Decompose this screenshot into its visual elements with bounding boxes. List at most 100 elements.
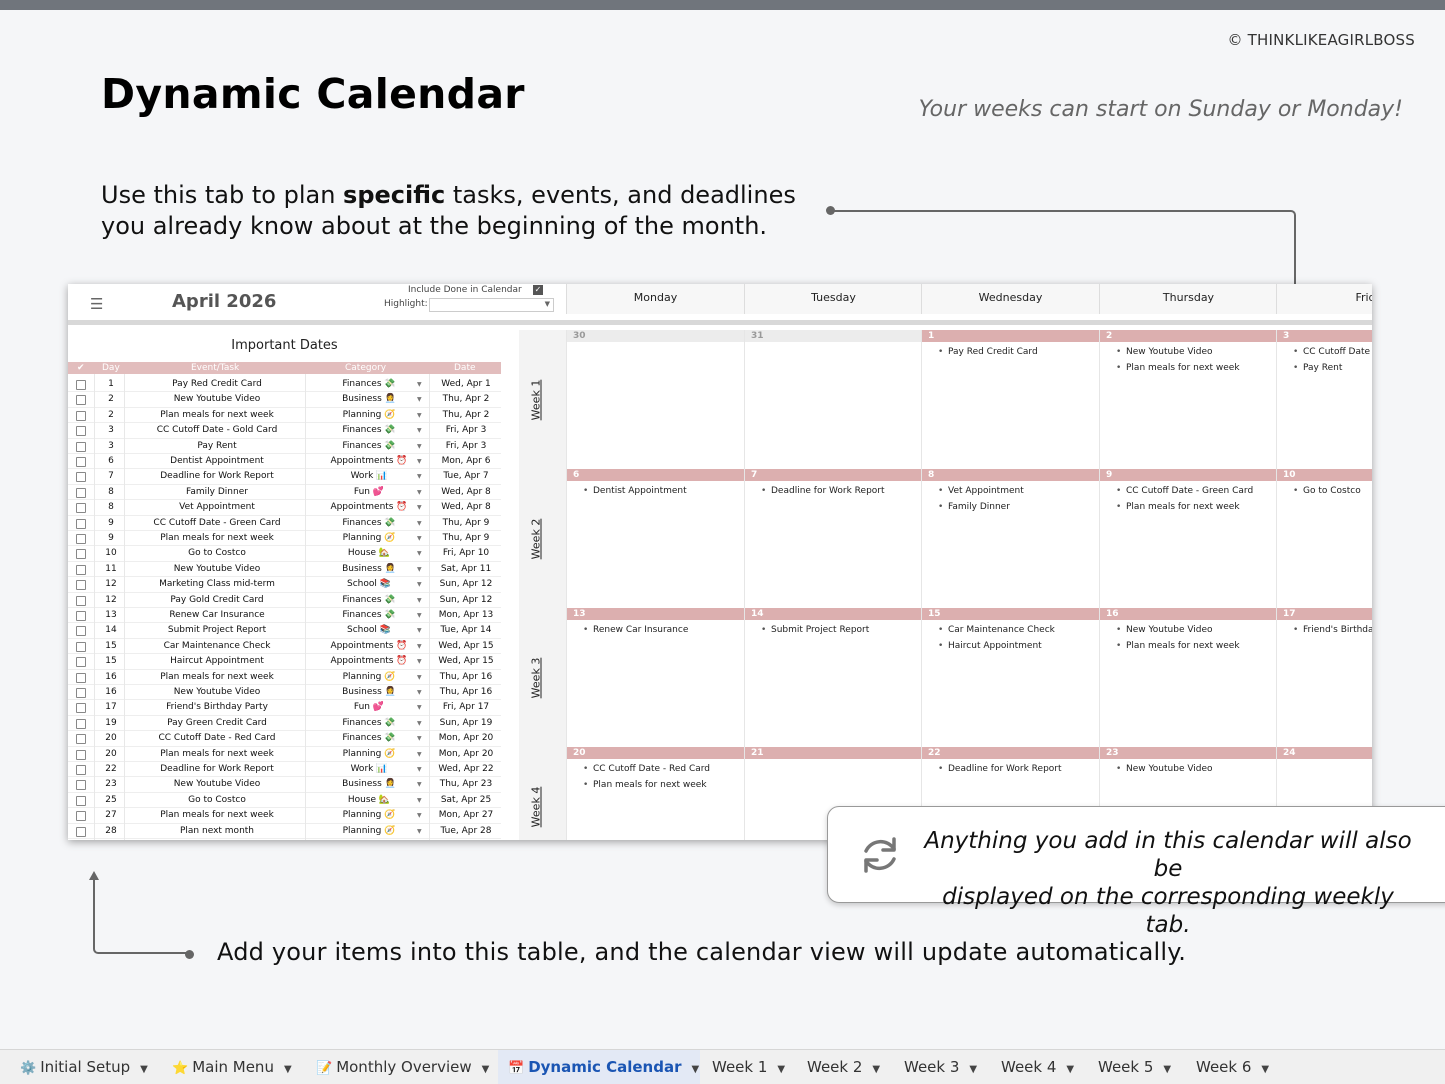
calendar-day-cell[interactable]: 17 Friend's Birthday (1276, 608, 1372, 747)
chevron-down-icon[interactable]: ▼ (417, 562, 422, 577)
done-checkbox[interactable] (76, 410, 86, 421)
calendar-event[interactable]: Go to Costco (1293, 486, 1361, 496)
tab-week-1[interactable]: Week 1 ▼ (702, 1050, 797, 1084)
row-category[interactable]: Planning 🧭 (310, 531, 428, 546)
done-checkbox[interactable] (76, 718, 86, 729)
chevron-down-icon[interactable]: ▼ (417, 593, 422, 608)
row-task[interactable]: New Youtube Video (128, 685, 306, 700)
calendar-event[interactable]: New Youtube Video (1116, 347, 1213, 357)
calendar-day-cell[interactable]: 6 Dentist Appointment (566, 469, 744, 608)
calendar-event[interactable]: CC Cutoff Date - Green Card (1116, 486, 1253, 496)
chevron-down-icon[interactable]: ▼ (1066, 1064, 1074, 1075)
chevron-down-icon[interactable]: ▼ (284, 1064, 292, 1075)
calendar-event[interactable]: Haircut Appointment (938, 641, 1042, 651)
row-category[interactable]: House 🏡 (310, 546, 428, 561)
done-checkbox[interactable] (76, 811, 86, 822)
row-category[interactable]: Work 📊 (310, 762, 428, 777)
chevron-down-icon[interactable]: ▼ (417, 454, 422, 469)
done-checkbox[interactable] (76, 457, 86, 467)
chevron-down-icon[interactable]: ▼ (1163, 1064, 1171, 1075)
calendar-day-cell[interactable]: 2 New Youtube Video Plan meals for next we… (1099, 330, 1277, 469)
calendar-day-cell[interactable]: 30 (566, 330, 744, 469)
chevron-down-icon[interactable]: ▼ (417, 731, 422, 746)
chevron-down-icon[interactable]: ▼ (417, 577, 422, 592)
row-task[interactable]: Plan next month (128, 824, 306, 839)
row-category[interactable]: Finances 💸 (310, 516, 428, 531)
tab-monthly-overview[interactable]: 📝 Monthly Overview ▼ (306, 1050, 496, 1084)
tab-main-menu[interactable]: ⭐ Main Menu ▼ (162, 1050, 304, 1084)
calendar-event[interactable]: Dentist Appointment (583, 486, 687, 496)
row-category[interactable]: Planning 🧭 (310, 408, 428, 423)
row-task[interactable]: Submit Project Report (128, 623, 306, 638)
done-checkbox[interactable] (76, 626, 86, 637)
chevron-down-icon[interactable]: ▼ (417, 377, 422, 392)
row-category[interactable]: Business 👩‍💼 (310, 392, 428, 407)
row-category[interactable]: Finances 💸 (310, 377, 428, 392)
chevron-down-icon[interactable]: ▼ (417, 392, 422, 407)
calendar-event[interactable]: Deadline for Work Report (761, 486, 884, 496)
done-checkbox[interactable] (76, 395, 86, 406)
row-task[interactable]: Go to Costco (128, 546, 306, 561)
chevron-down-icon[interactable]: ▼ (1261, 1064, 1269, 1075)
calendar-day-cell[interactable]: 31 (744, 330, 922, 469)
row-category[interactable]: House 🏡 (310, 793, 428, 808)
row-task[interactable]: CC Cutoff Date - Red Card (128, 731, 306, 746)
row-task[interactable]: CC Cutoff Date - Green Card (128, 516, 306, 531)
calendar-event[interactable]: Deadline for Work Report (938, 764, 1061, 774)
calendar-event[interactable]: CC Cutoff Date - Red Card (583, 764, 710, 774)
calendar-event[interactable]: Plan meals for next week (1116, 641, 1240, 651)
done-checkbox[interactable] (76, 688, 86, 698)
row-task[interactable]: Plan meals for next week (128, 808, 306, 823)
row-category[interactable]: Planning 🧭 (310, 747, 428, 762)
calendar-day-cell[interactable]: 1 Pay Red Credit Card (921, 330, 1099, 469)
row-task[interactable]: Deadline for Work Report (128, 762, 306, 777)
row-task[interactable]: Pay Red Credit Card (128, 377, 306, 392)
row-task[interactable]: New Youtube Video (128, 562, 306, 577)
done-checkbox[interactable] (76, 795, 86, 806)
row-category[interactable]: School 📚 (310, 623, 428, 638)
tab-week-2[interactable]: Week 2 ▼ (797, 1050, 894, 1084)
calendar-event[interactable]: New Youtube Video (1116, 764, 1213, 774)
done-checkbox[interactable] (76, 380, 86, 390)
chevron-down-icon[interactable]: ▼ (417, 423, 422, 438)
chevron-down-icon[interactable]: ▼ (417, 639, 422, 654)
row-task[interactable]: Pay Green Credit Card (128, 716, 306, 731)
chevron-down-icon[interactable]: ▼ (417, 439, 422, 454)
row-task[interactable]: Vet Appointment (128, 500, 306, 515)
chevron-down-icon[interactable]: ▼ (691, 1064, 699, 1075)
done-checkbox[interactable] (76, 549, 86, 560)
calendar-event[interactable]: Plan meals for next week (1116, 502, 1240, 512)
row-task[interactable]: New Youtube Video (128, 777, 306, 792)
tab-week-4[interactable]: Week 4 ▼ (991, 1050, 1088, 1084)
row-category[interactable]: School 📚 (310, 577, 428, 592)
row-task[interactable]: Go to Costco (128, 793, 306, 808)
include-done-checkbox[interactable]: ✓ (533, 285, 543, 295)
calendar-event[interactable]: Vet Appointment (938, 486, 1024, 496)
calendar-day-cell[interactable]: 9 CC Cutoff Date - Green Card Plan meals f… (1099, 469, 1277, 608)
row-task[interactable]: Renew Car Insurance (128, 608, 306, 623)
tab-week-3[interactable]: Week 3 ▼ (894, 1050, 991, 1084)
done-checkbox[interactable] (76, 534, 86, 544)
calendar-day-cell[interactable]: 13 Renew Car Insurance (566, 608, 744, 747)
calendar-day-cell[interactable]: 7 Deadline for Work Report (744, 469, 922, 608)
row-category[interactable]: Appointments ⏰ (310, 639, 428, 654)
chevron-down-icon[interactable]: ▼ (417, 485, 422, 500)
row-category[interactable]: Business 👩‍💼 (310, 685, 428, 700)
row-category[interactable]: Planning 🧭 (310, 670, 428, 685)
highlight-select[interactable]: ▼ (429, 298, 554, 312)
calendar-event[interactable]: Plan meals for next week (583, 780, 707, 790)
chevron-down-icon[interactable]: ▼ (417, 408, 422, 423)
done-checkbox[interactable] (76, 765, 86, 775)
done-checkbox[interactable] (76, 749, 86, 760)
tab-initial-setup[interactable]: ⚙️ Initial Setup ▼ (10, 1050, 160, 1084)
chevron-down-icon[interactable]: ▼ (417, 670, 422, 685)
chevron-down-icon[interactable]: ▼ (417, 793, 422, 808)
row-category[interactable]: Finances 💸 (310, 716, 428, 731)
row-task[interactable]: Car Maintenance Check (128, 639, 306, 654)
calendar-day-cell[interactable]: 14 Submit Project Report (744, 608, 922, 747)
done-checkbox[interactable] (76, 734, 86, 745)
calendar-event[interactable]: Family Dinner (938, 502, 1010, 512)
calendar-day-cell[interactable]: 15 Car Maintenance Check Haircut Appointme… (921, 608, 1099, 747)
row-category[interactable]: Planning 🧭 (310, 808, 428, 823)
chevron-down-icon[interactable]: ▼ (417, 777, 422, 792)
